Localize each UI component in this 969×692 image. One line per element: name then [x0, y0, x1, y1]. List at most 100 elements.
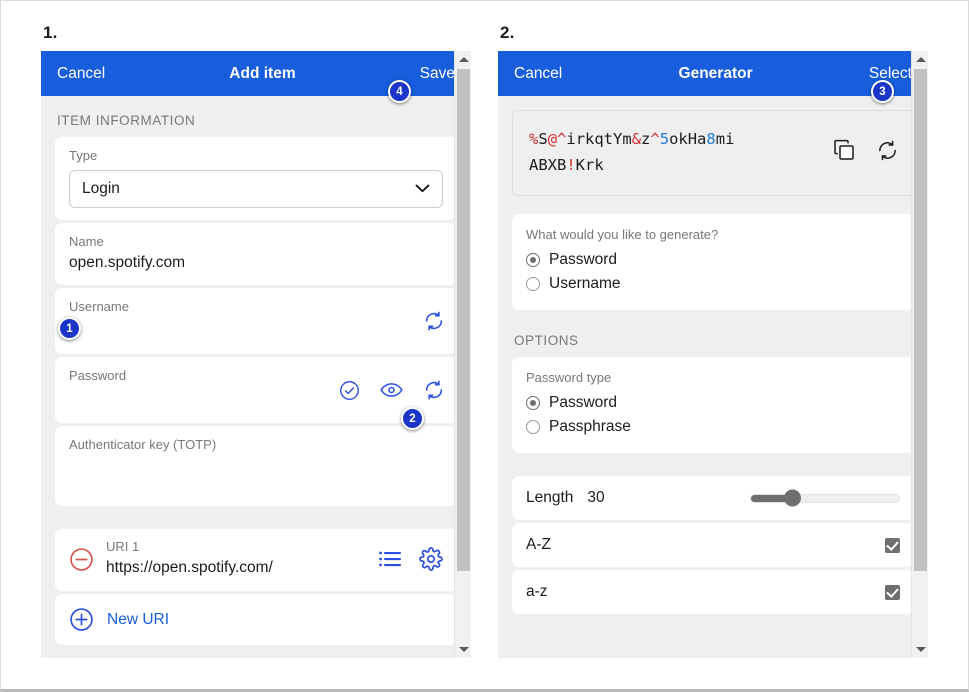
- uppercase-checkbox[interactable]: [885, 537, 900, 553]
- generate-type-card: What would you like to generate? Passwor…: [512, 214, 914, 310]
- type-select[interactable]: Login: [69, 170, 443, 208]
- radio-icon-selected: [526, 253, 540, 267]
- toggle-row-uppercase[interactable]: A-Z: [512, 523, 914, 567]
- username-actions: [423, 310, 445, 332]
- add-item-window-scrollbar[interactable]: [454, 51, 471, 658]
- password-visibility-icon[interactable]: [380, 382, 403, 398]
- panel-2-step-label: 2.: [500, 23, 515, 42]
- uppercase-label: A-Z: [526, 536, 551, 553]
- name-label: Name: [69, 234, 104, 249]
- password-type-option-password-label: Password: [549, 394, 618, 411]
- uri-input[interactable]: https://open.spotify.com/: [106, 556, 367, 580]
- generated-password-line-1: %S@^irkqtYm&z^5okHa8mi: [529, 130, 735, 148]
- add-item-content: ITEM INFORMATION Type Login Name open.sp…: [41, 96, 471, 645]
- totp-input[interactable]: [69, 454, 443, 478]
- username-field[interactable]: Username: [55, 288, 457, 354]
- type-label: Type: [69, 148, 98, 163]
- new-uri-button[interactable]: New URI: [55, 594, 457, 645]
- uri-list-icon[interactable]: [379, 551, 401, 567]
- generated-password-display: %S@^irkqtYm&z^5okHa8mi ABXB!Krk: [512, 110, 914, 196]
- type-select-value: Login: [82, 180, 120, 197]
- generator-screen: Cancel Generator Select %S@^irkqtYm&z^5o…: [498, 51, 928, 658]
- options-heading: OPTIONS: [514, 333, 579, 348]
- scroll-down-arrow-icon[interactable]: [455, 641, 471, 658]
- length-slider-knob[interactable]: [784, 489, 802, 507]
- password-type-card: Password type Password Passphrase: [512, 357, 914, 453]
- uri-label: URI 1: [106, 539, 140, 554]
- step-badge-2: 2: [401, 407, 424, 430]
- length-row: Length 30: [512, 476, 914, 520]
- generated-password-text[interactable]: %S@^irkqtYm&z^5okHa8mi ABXB!Krk: [529, 126, 818, 178]
- new-uri-label: New URI: [107, 610, 170, 628]
- remove-uri-icon[interactable]: [69, 547, 94, 572]
- generator-window-scrollbar[interactable]: [911, 51, 928, 658]
- totp-label: Authenticator key (TOTP): [69, 437, 217, 452]
- step-badge-4: 4: [388, 80, 411, 103]
- cancel-button[interactable]: Cancel: [57, 65, 105, 83]
- generated-password-line-2: ABXB!Krk: [529, 156, 604, 174]
- generate-option-username[interactable]: Username: [526, 272, 900, 296]
- window-scrollbar-thumb[interactable]: [457, 69, 470, 571]
- panel-generator: 2. Cancel Generator Select %S@^irkqtYm&z…: [498, 23, 928, 658]
- length-slider[interactable]: [750, 489, 900, 507]
- username-generate-icon[interactable]: [423, 310, 445, 332]
- type-field: Type Login: [55, 137, 457, 220]
- page-title: Add item: [229, 64, 296, 82]
- username-label: Username: [69, 299, 129, 314]
- copy-icon[interactable]: [832, 138, 856, 162]
- length-value: 30: [587, 489, 605, 506]
- add-item-scroll-area: ITEM INFORMATION Type Login Name open.sp…: [41, 96, 471, 658]
- uri-row: URI 1 https://open.spotify.com/: [55, 529, 457, 591]
- uri-texts: URI 1 https://open.spotify.com/: [106, 538, 367, 580]
- password-check-icon[interactable]: [339, 380, 360, 401]
- generate-option-password[interactable]: Password: [526, 248, 900, 272]
- password-field[interactable]: Password: [55, 357, 457, 423]
- password-actions: [339, 379, 445, 401]
- password-type-option-password[interactable]: Password: [526, 391, 900, 415]
- generator-navbar: Cancel Generator Select: [498, 51, 928, 96]
- password-type-option-passphrase-label: Passphrase: [549, 418, 631, 435]
- options-gap: [512, 456, 914, 476]
- panel-add-item: 1. Cancel Add item Save ITEM INFORMATION…: [41, 23, 471, 658]
- password-type-label: Password type: [526, 370, 612, 385]
- page-title: Generator: [678, 64, 753, 82]
- scroll-up-arrow-icon[interactable]: [455, 51, 471, 68]
- add-icon: [69, 607, 94, 632]
- totp-field[interactable]: Authenticator key (TOTP): [55, 426, 457, 506]
- generate-option-password-label: Password: [549, 251, 618, 268]
- select-button[interactable]: Select: [869, 65, 912, 83]
- save-button[interactable]: Save: [420, 65, 455, 83]
- screenshot-page: 1. Cancel Add item Save ITEM INFORMATION…: [0, 0, 969, 692]
- step-badge-1: 1: [58, 317, 81, 340]
- lowercase-checkbox[interactable]: [885, 584, 900, 600]
- generated-password-actions: [832, 126, 899, 162]
- cancel-button[interactable]: Cancel: [514, 65, 562, 83]
- window-scrollbar-thumb[interactable]: [914, 69, 927, 571]
- uri-actions: [379, 547, 443, 571]
- regenerate-icon[interactable]: [876, 139, 899, 162]
- scroll-up-arrow-icon[interactable]: [912, 51, 928, 68]
- panel-1-step-label: 1.: [43, 23, 58, 42]
- generate-option-username-label: Username: [549, 275, 621, 292]
- radio-icon-unselected: [526, 420, 540, 434]
- length-label: Length: [526, 489, 574, 506]
- generator-content: %S@^irkqtYm&z^5okHa8mi ABXB!Krk What wou…: [498, 110, 928, 614]
- toggle-row-lowercase[interactable]: a-z: [512, 570, 914, 614]
- name-field[interactable]: Name open.spotify.com: [55, 223, 457, 285]
- chevron-down-icon: [415, 180, 430, 198]
- password-type-option-passphrase[interactable]: Passphrase: [526, 415, 900, 439]
- lowercase-label: a-z: [526, 583, 548, 600]
- add-item-screen: Cancel Add item Save ITEM INFORMATION Ty…: [41, 51, 471, 658]
- step-badge-3: 3: [871, 80, 894, 103]
- password-generate-icon[interactable]: [423, 379, 445, 401]
- radio-icon-selected: [526, 396, 540, 410]
- generator-scroll-area: %S@^irkqtYm&z^5okHa8mi ABXB!Krk What wou…: [498, 96, 928, 658]
- generate-question-label: What would you like to generate?: [526, 227, 719, 242]
- scroll-down-arrow-icon[interactable]: [912, 641, 928, 658]
- name-input[interactable]: open.spotify.com: [69, 251, 443, 275]
- radio-icon-unselected: [526, 277, 540, 291]
- username-input[interactable]: [69, 316, 443, 340]
- uri-settings-gear-icon[interactable]: [419, 547, 443, 571]
